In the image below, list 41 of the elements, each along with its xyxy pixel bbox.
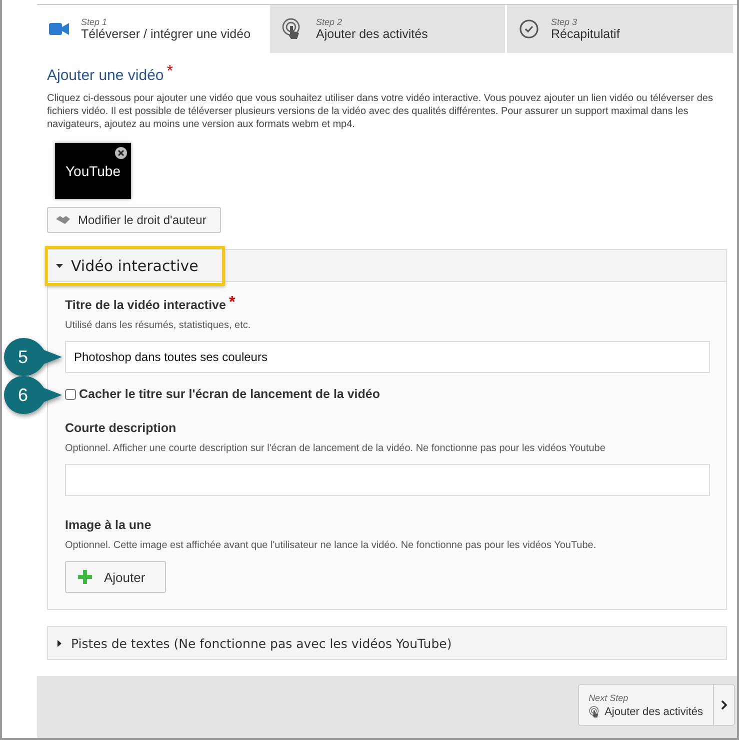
field-hint: Optionnel. Afficher une courte description sur l'écran de lancement de la vidéo. Ne fonctionne pas pour les vidéos Youtube — [65, 443, 606, 454]
field-hint: Optionnel. Cette image est affichée avant que l'utilisateur ne lance la vidéo. Ne fonctionne pas pour les vidéos YouTube. — [65, 540, 598, 551]
video-camera-icon — [49, 22, 69, 36]
next-step-button[interactable]: Next Step Ajouter des activités — [578, 684, 735, 726]
field-label: Courte description — [65, 421, 176, 435]
description-text: Cliquez ci-dessous pour ajouter une vidéo que vous souhaitez utiliser dans votre vidéo interactive. Vous pouvez ajouter un lien vidéo ou téléverser des fichiers vidéo. Il est possible de téléverser plusieurs versions de la vidéo avec des qualités différentes. Pour assurer un support maximal dans les navigateurs, ajoutez au moins une version aux formats webm et mp4. — [47, 92, 714, 131]
required-mark: * — [166, 63, 173, 82]
copyright-button[interactable]: Modifier le droit d'auteur — [47, 207, 222, 233]
next-step-label: Ajouter des activités — [604, 706, 703, 718]
caret-icon — [56, 640, 63, 646]
check-circle-icon — [519, 19, 539, 39]
field-label: Image à la une — [65, 518, 152, 532]
thumbnail-label: YouTube — [65, 163, 120, 179]
add-button[interactable]: Ajouter — [65, 561, 166, 593]
checkbox[interactable] — [65, 388, 76, 400]
step-label: Téléverser / intégrer une vidéo — [81, 27, 251, 41]
step-tab[interactable]: Step 2 Ajouter des activités — [270, 5, 507, 53]
step-label: Ajouter des activités — [316, 27, 428, 41]
callout-badge: 5 — [4, 338, 62, 376]
section-toggle[interactable]: Pistes de textes (Ne fonctionne pas avec les vidéos YouTube) — [45, 623, 479, 663]
video-thumbnail[interactable]: YouTube — [55, 143, 131, 199]
step-caption: Step 1 — [81, 17, 108, 27]
section-toggle[interactable]: Vidéo interactive — [45, 246, 226, 286]
touch-icon — [588, 706, 601, 718]
step-caption: Step 2 — [316, 17, 344, 27]
step-caption: Step 3 — [551, 17, 578, 27]
close-icon[interactable] — [115, 147, 127, 159]
text-field[interactable]: Photoshop dans toutes ses couleurs — [65, 341, 710, 373]
step-tab[interactable]: Step 3 Récapitulatif — [507, 5, 735, 53]
field-label: Titre de la vidéo interactive — [65, 298, 226, 312]
chevron-right-icon — [721, 700, 727, 710]
checkbox-label: Cacher le titre sur l'écran de lancement de la vidéo — [79, 387, 380, 401]
caret-icon — [56, 262, 63, 269]
callout-badge: 6 — [4, 376, 62, 414]
text-field[interactable] — [65, 464, 710, 496]
plus-icon — [78, 570, 92, 584]
step-label: Récapitulatif — [551, 27, 620, 41]
field-hint: Utilisé dans les résumés, statistiques, etc. — [65, 320, 252, 331]
section-heading: Ajouter une vidéo — [47, 67, 164, 84]
required-mark: * — [228, 294, 236, 312]
next-step-caption: Next Step — [588, 692, 630, 702]
